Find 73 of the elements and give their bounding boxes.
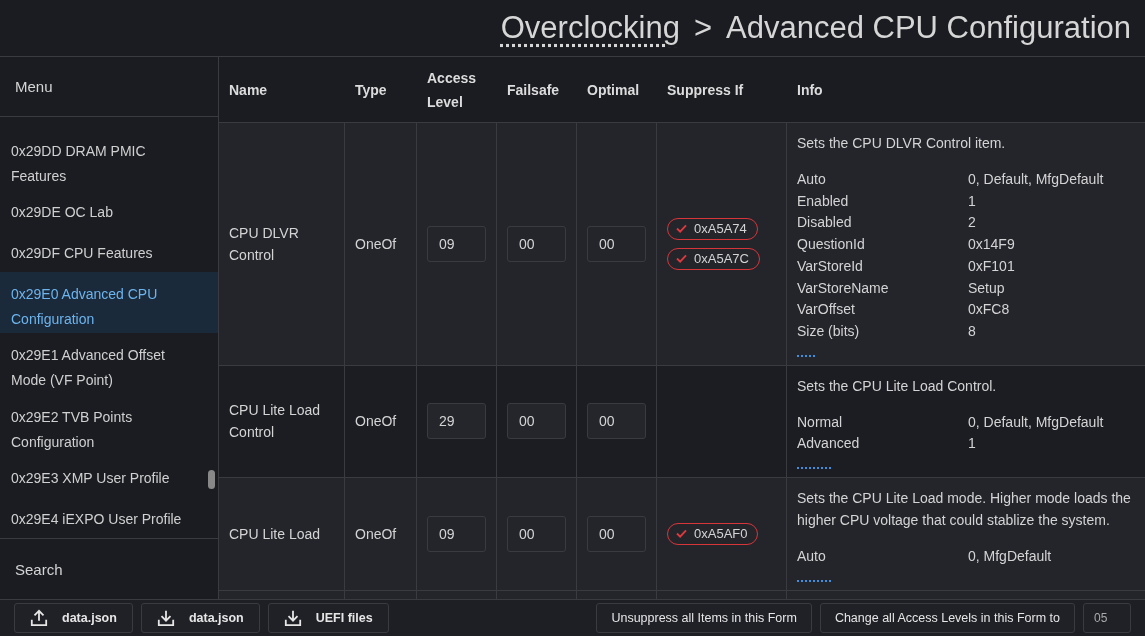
info-key: QuestionId bbox=[797, 234, 968, 256]
info-value: 0xF101 bbox=[968, 256, 1016, 276]
info-key: Auto bbox=[797, 169, 968, 191]
info-value: 0x14F9 bbox=[968, 235, 1016, 255]
optimal-field[interactable]: 00 bbox=[587, 225, 646, 262]
setting-type: OneOf bbox=[355, 412, 397, 432]
failsafe-field[interactable]: 00 bbox=[507, 515, 566, 552]
optimal-field[interactable]: 00 bbox=[587, 515, 646, 552]
column-header: Failsafe bbox=[507, 80, 560, 100]
sidebar-item[interactable]: 0x29E3 XMP User Profile bbox=[0, 456, 218, 497]
column-header: Info bbox=[797, 80, 823, 100]
info-value: 2 bbox=[968, 213, 977, 233]
download-button[interactable]: data.json bbox=[140, 603, 260, 633]
info-key: VarStoreId bbox=[797, 255, 968, 278]
column-header: Type bbox=[355, 80, 387, 100]
setting-name: CPU DLVR Control bbox=[229, 223, 300, 265]
setting-name: CPU Lite Load Control bbox=[229, 401, 322, 443]
info-key: Enabled bbox=[797, 190, 968, 213]
check-icon bbox=[676, 254, 687, 264]
info-key: Disabled bbox=[797, 212, 968, 235]
info-value: 8 bbox=[968, 321, 977, 341]
info-value: 0, Default, MfgDefault bbox=[968, 170, 1105, 189]
info-value: 1 bbox=[968, 434, 977, 454]
access-level-field[interactable]: 29 bbox=[427, 403, 486, 440]
sidebar-item[interactable]: 0x29E2 TVB Points Configuration bbox=[0, 394, 218, 456]
page-title: Advanced CPU Configuration bbox=[726, 10, 1131, 46]
check-icon bbox=[676, 529, 687, 539]
download-icon bbox=[156, 609, 175, 627]
column-header: Optimal bbox=[587, 80, 640, 100]
failsafe-field[interactable]: 00 bbox=[507, 225, 566, 262]
info-key: VarOffset bbox=[797, 299, 968, 321]
sidebar-item[interactable]: 0x29DF CPU Features bbox=[0, 230, 218, 272]
setting-type: OneOf bbox=[355, 524, 397, 544]
info-key: Auto bbox=[797, 546, 968, 568]
sidebar-item[interactable]: 0x29E1 Advanced Offset Mode (VF Point) bbox=[0, 333, 218, 395]
download-button[interactable]: UEFI files bbox=[267, 603, 389, 633]
info-description: Sets the CPU Lite Load Control. bbox=[797, 376, 998, 396]
sidebar-item[interactable]: 0x29E4 iEXPO User Profile bbox=[0, 497, 218, 538]
sidebar-item[interactable]: 0x29DD DRAM PMIC Features bbox=[0, 128, 218, 190]
failsafe-field[interactable]: 00 bbox=[507, 403, 566, 440]
info-value: 1 bbox=[968, 191, 977, 211]
scrollbar-thumb[interactable] bbox=[208, 470, 215, 489]
info-key: Normal bbox=[797, 411, 968, 434]
unsuppress-button[interactable]: Unsuppress all Items in this Form bbox=[596, 603, 812, 633]
column-header: Name bbox=[229, 80, 268, 100]
info-key: Size (bits) bbox=[797, 320, 968, 343]
sidebar-item[interactable]: 0x29E0 Advanced CPU Configuration bbox=[0, 271, 218, 334]
setting-type: OneOf bbox=[355, 234, 397, 254]
info-key: VarStoreName bbox=[797, 277, 968, 300]
info-value: 0xFC8 bbox=[968, 300, 1011, 320]
optimal-field[interactable]: 00 bbox=[587, 403, 646, 440]
access-level-field[interactable]: 09 bbox=[427, 225, 486, 262]
change-access-button[interactable]: Change all Access Levels in this Form to bbox=[819, 603, 1075, 633]
breadcrumb-link[interactable]: Overclocking bbox=[500, 10, 680, 46]
info-key: Advanced bbox=[797, 433, 968, 456]
info-description: Sets the CPU DLVR Control item. bbox=[797, 134, 1007, 153]
check-icon bbox=[676, 224, 687, 234]
upload-icon bbox=[30, 609, 48, 627]
info-value: Setup bbox=[968, 278, 1006, 298]
sidebar-item[interactable]: 0x29DE OC Lab bbox=[0, 189, 218, 231]
info-value: 0, MfgDefault bbox=[968, 547, 1053, 567]
info-value: 0, Default, MfgDefault bbox=[968, 412, 1105, 432]
upload-button[interactable]: data.json bbox=[14, 603, 133, 633]
search-label[interactable]: Search bbox=[15, 560, 63, 578]
download-icon bbox=[283, 609, 302, 627]
menu-heading: Menu bbox=[15, 78, 53, 95]
access-level-field[interactable]: 09 bbox=[427, 515, 486, 552]
column-header: Access Level bbox=[427, 68, 477, 112]
breadcrumb-separator: > bbox=[693, 10, 713, 46]
column-header: Suppress If bbox=[667, 80, 744, 100]
info-description: Sets the CPU Lite Load mode. Higher mode loads the higher CPU voltage that could stablize the system. bbox=[797, 489, 1132, 531]
setting-name: CPU Lite Load bbox=[229, 524, 321, 544]
access-level-field[interactable]: 05 bbox=[1083, 603, 1131, 633]
